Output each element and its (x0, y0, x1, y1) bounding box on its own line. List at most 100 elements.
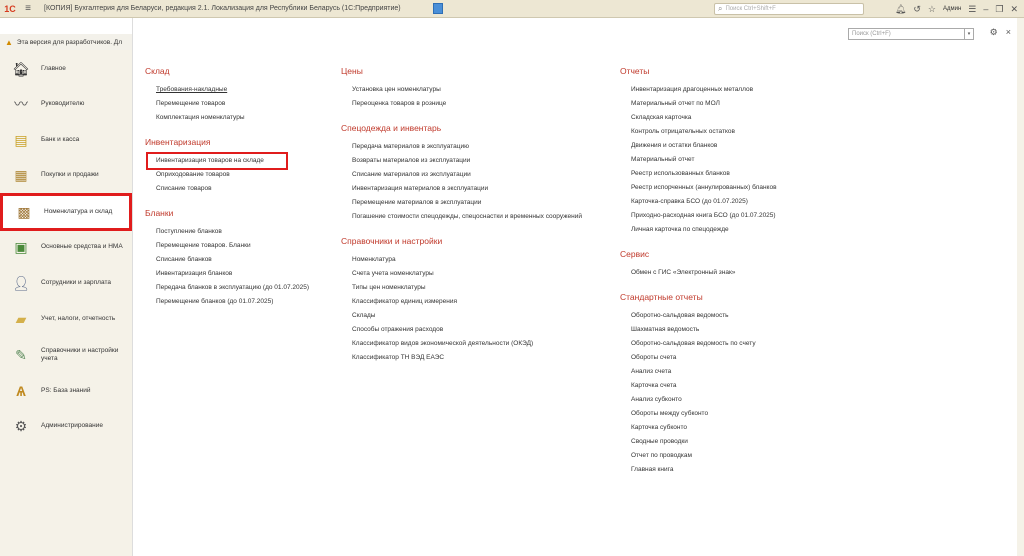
section-title-inventory: Инвентаризация (145, 137, 211, 147)
global-search-input[interactable]: ⌕ Поиск Ctrl+Shift+F (714, 3, 864, 15)
restore-icon[interactable]: ❐ (995, 4, 1003, 15)
panel-controls: ⚙ × (990, 27, 1011, 38)
link-item[interactable]: Передача бланков в эксплуатацию (до 01.0… (145, 281, 309, 295)
link-item[interactable]: Требования-накладные (145, 83, 309, 97)
link-item[interactable]: Погашение стоимости спецодежды, спецосна… (341, 210, 582, 224)
link-item[interactable]: Карточка-справка БСО (до 01.07.2025) (620, 195, 777, 209)
link-item[interactable]: Перемещение товаров (145, 97, 309, 111)
app-logo-icon: 1С (4, 3, 16, 14)
link-item[interactable]: Контроль отрицательных остатков (620, 125, 777, 139)
sidebar-item-main[interactable]: 🏠︎ Главное (0, 52, 132, 86)
link-item[interactable]: Оборотно-сальдовая ведомость (620, 309, 777, 323)
link-item[interactable]: Списание товаров (145, 182, 309, 196)
link-item[interactable]: Установка цен номенклатуры (341, 83, 582, 97)
sidebar-item-label: Главное (41, 65, 66, 72)
link-item[interactable]: Обороты между субконто (620, 407, 777, 421)
link-item[interactable]: Складская карточка (620, 111, 777, 125)
sidebar-item-label: Учет, налоги, отчетность (41, 315, 116, 322)
chart-icon: 〰 (14, 96, 28, 112)
panel-search-input[interactable]: Поиск (Ctrl+F) ▾ (848, 28, 974, 40)
title-bar: 1С ≡ [КОПИЯ] Бухгалтерия для Беларуси, р… (0, 0, 1024, 18)
link-item[interactable]: Списание бланков (145, 253, 309, 267)
link-item[interactable]: Списание материалов из эксплуатации (341, 168, 582, 182)
main-icon: 🏠︎ (12, 60, 30, 77)
sidebar-item-accounting[interactable]: ▰ Учет, налоги, отчетность (0, 302, 132, 336)
link-item[interactable]: Передача материалов в эксплуатацию (341, 140, 582, 154)
link-item[interactable]: Поступление бланков (145, 225, 309, 239)
sidebar-item-label: Банк и касса (41, 136, 80, 143)
section-title-references: Справочники и настройки (341, 236, 443, 246)
panel-close-icon[interactable]: × (1006, 27, 1011, 38)
link-item[interactable]: Инвентаризация бланков (145, 267, 309, 281)
right-panel-edge (1017, 18, 1024, 556)
settings-doc-icon: ✎ (15, 346, 27, 363)
section-title-service: Сервис (620, 249, 650, 259)
link-item[interactable]: Инвентаризация материалов в эксплуатации (341, 182, 582, 196)
sidebar-item-bank[interactable]: ▤ Банк и касса (0, 123, 132, 157)
link-item[interactable]: Шахматная ведомость (620, 323, 777, 337)
link-item[interactable]: Перемещение товаров. Бланки (145, 239, 309, 253)
link-item[interactable]: Материальный отчет (620, 153, 777, 167)
column-2: Цены Установка цен номенклатуры Переоцен… (341, 66, 582, 365)
sidebar-item-administration[interactable]: ⚙ Администрирование (0, 409, 132, 443)
link-item[interactable]: Счета учета номенклатуры (341, 267, 582, 281)
link-item[interactable]: Анализ субконто (620, 393, 777, 407)
link-item[interactable]: Приходно-расходная книга БСО (до 01.07.2… (620, 209, 777, 223)
link-item[interactable]: Инвентаризация драгоценных металлов (620, 83, 777, 97)
link-item[interactable]: Комплектация номенклатуры (145, 111, 309, 125)
link-item[interactable]: Карточка счета (620, 379, 777, 393)
assets-icon: ▣ (14, 238, 28, 255)
sidebar-item-manager[interactable]: 〰 Руководителю (0, 87, 132, 121)
link-item[interactable]: Перемещение материалов в эксплуатации (341, 196, 582, 210)
link-item[interactable]: Способы отражения расходов (341, 323, 582, 337)
link-item[interactable]: Оприходование товаров (145, 168, 309, 182)
history-icon[interactable]: ↺ (913, 4, 921, 15)
column-3: Отчеты Инвентаризация драгоценных металл… (620, 66, 777, 477)
sidebar-item-purchases-sales[interactable]: ▦ Покупки и продажи (0, 158, 132, 192)
link-item[interactable]: Склады (341, 309, 582, 323)
link-item[interactable]: Реестр использованных бланков (620, 167, 777, 181)
sidebar-item-fixed-assets[interactable]: ▣ Основные средства и НМА (0, 230, 132, 264)
link-item[interactable]: Анализ счета (620, 365, 777, 379)
link-item[interactable]: Классификатор ТН ВЭД ЕАЭС (341, 351, 582, 365)
hamburger-menu-icon[interactable]: ≡ (20, 3, 36, 14)
link-item[interactable]: Оборотно-сальдовая ведомость по счету (620, 337, 777, 351)
link-item[interactable]: Классификатор единиц измерения (341, 295, 582, 309)
bell-icon[interactable]: 🔔︎ (895, 4, 906, 15)
link-item[interactable]: Переоценка товаров в рознице (341, 97, 582, 111)
link-item[interactable]: Номенклатура (341, 253, 582, 267)
bank-icon: ▤ (14, 131, 28, 148)
section-title-workwear: Спецодежда и инвентарь (341, 123, 442, 133)
link-item[interactable]: Материальный отчет по МОЛ (620, 97, 777, 111)
sidebar-item-knowledge[interactable]: Ѧ PS: База знаний (0, 374, 132, 408)
link-item[interactable]: Реестр испорченных (аннулированных) блан… (620, 181, 777, 195)
link-item[interactable]: Карточка субконто (620, 421, 777, 435)
link-item[interactable]: Обороты счета (620, 351, 777, 365)
minimize-icon[interactable]: – (983, 4, 988, 14)
sidebar-item-references[interactable]: ✎ Справочники и настройки учета (0, 338, 132, 372)
link-item[interactable]: Типы цен номенклатуры (341, 281, 582, 295)
link-item[interactable]: Движения и остатки бланков (620, 139, 777, 153)
settings-menu-icon[interactable]: ☰ (968, 4, 976, 15)
link-item[interactable]: Возвраты материалов из эксплуатации (341, 154, 582, 168)
link-item[interactable]: Сводные проводки (620, 435, 777, 449)
sidebar-item-employees[interactable]: 👤︎ Сотрудники и зарплата (0, 266, 132, 300)
star-icon[interactable]: ☆ (928, 4, 936, 15)
window-title: [КОПИЯ] Бухгалтерия для Беларуси, редакц… (44, 5, 401, 12)
panel-settings-icon[interactable]: ⚙ (990, 27, 998, 38)
search-dropdown-icon[interactable]: ▾ (964, 29, 973, 39)
global-search-placeholder: Поиск Ctrl+Shift+F (725, 6, 776, 12)
link-item[interactable]: Отчет по проводкам (620, 449, 777, 463)
link-item[interactable]: Перемещение бланков (до 01.07.2025) (145, 295, 309, 309)
sidebar-item-label: Администрирование (41, 422, 103, 429)
user-name[interactable]: Админ (943, 6, 961, 12)
sidebar-item-nomenclature-warehouse[interactable]: ▩ Номенклатура и склад (0, 193, 132, 231)
link-item[interactable]: Обмен с ГИС «Электронный знак» (620, 266, 777, 280)
developer-notice-text: Эта версия для разработчиков. Дл (16, 38, 122, 46)
link-item[interactable]: Классификатор видов экономической деятел… (341, 337, 582, 351)
search-icon: ⌕ (718, 4, 723, 13)
link-item[interactable]: Главная книга (620, 463, 777, 477)
link-item-highlighted[interactable]: Инвентаризация товаров на складе (146, 152, 288, 170)
close-window-icon[interactable]: ✕ (1010, 4, 1018, 15)
link-item[interactable]: Личная карточка по спецодежде (620, 223, 777, 237)
